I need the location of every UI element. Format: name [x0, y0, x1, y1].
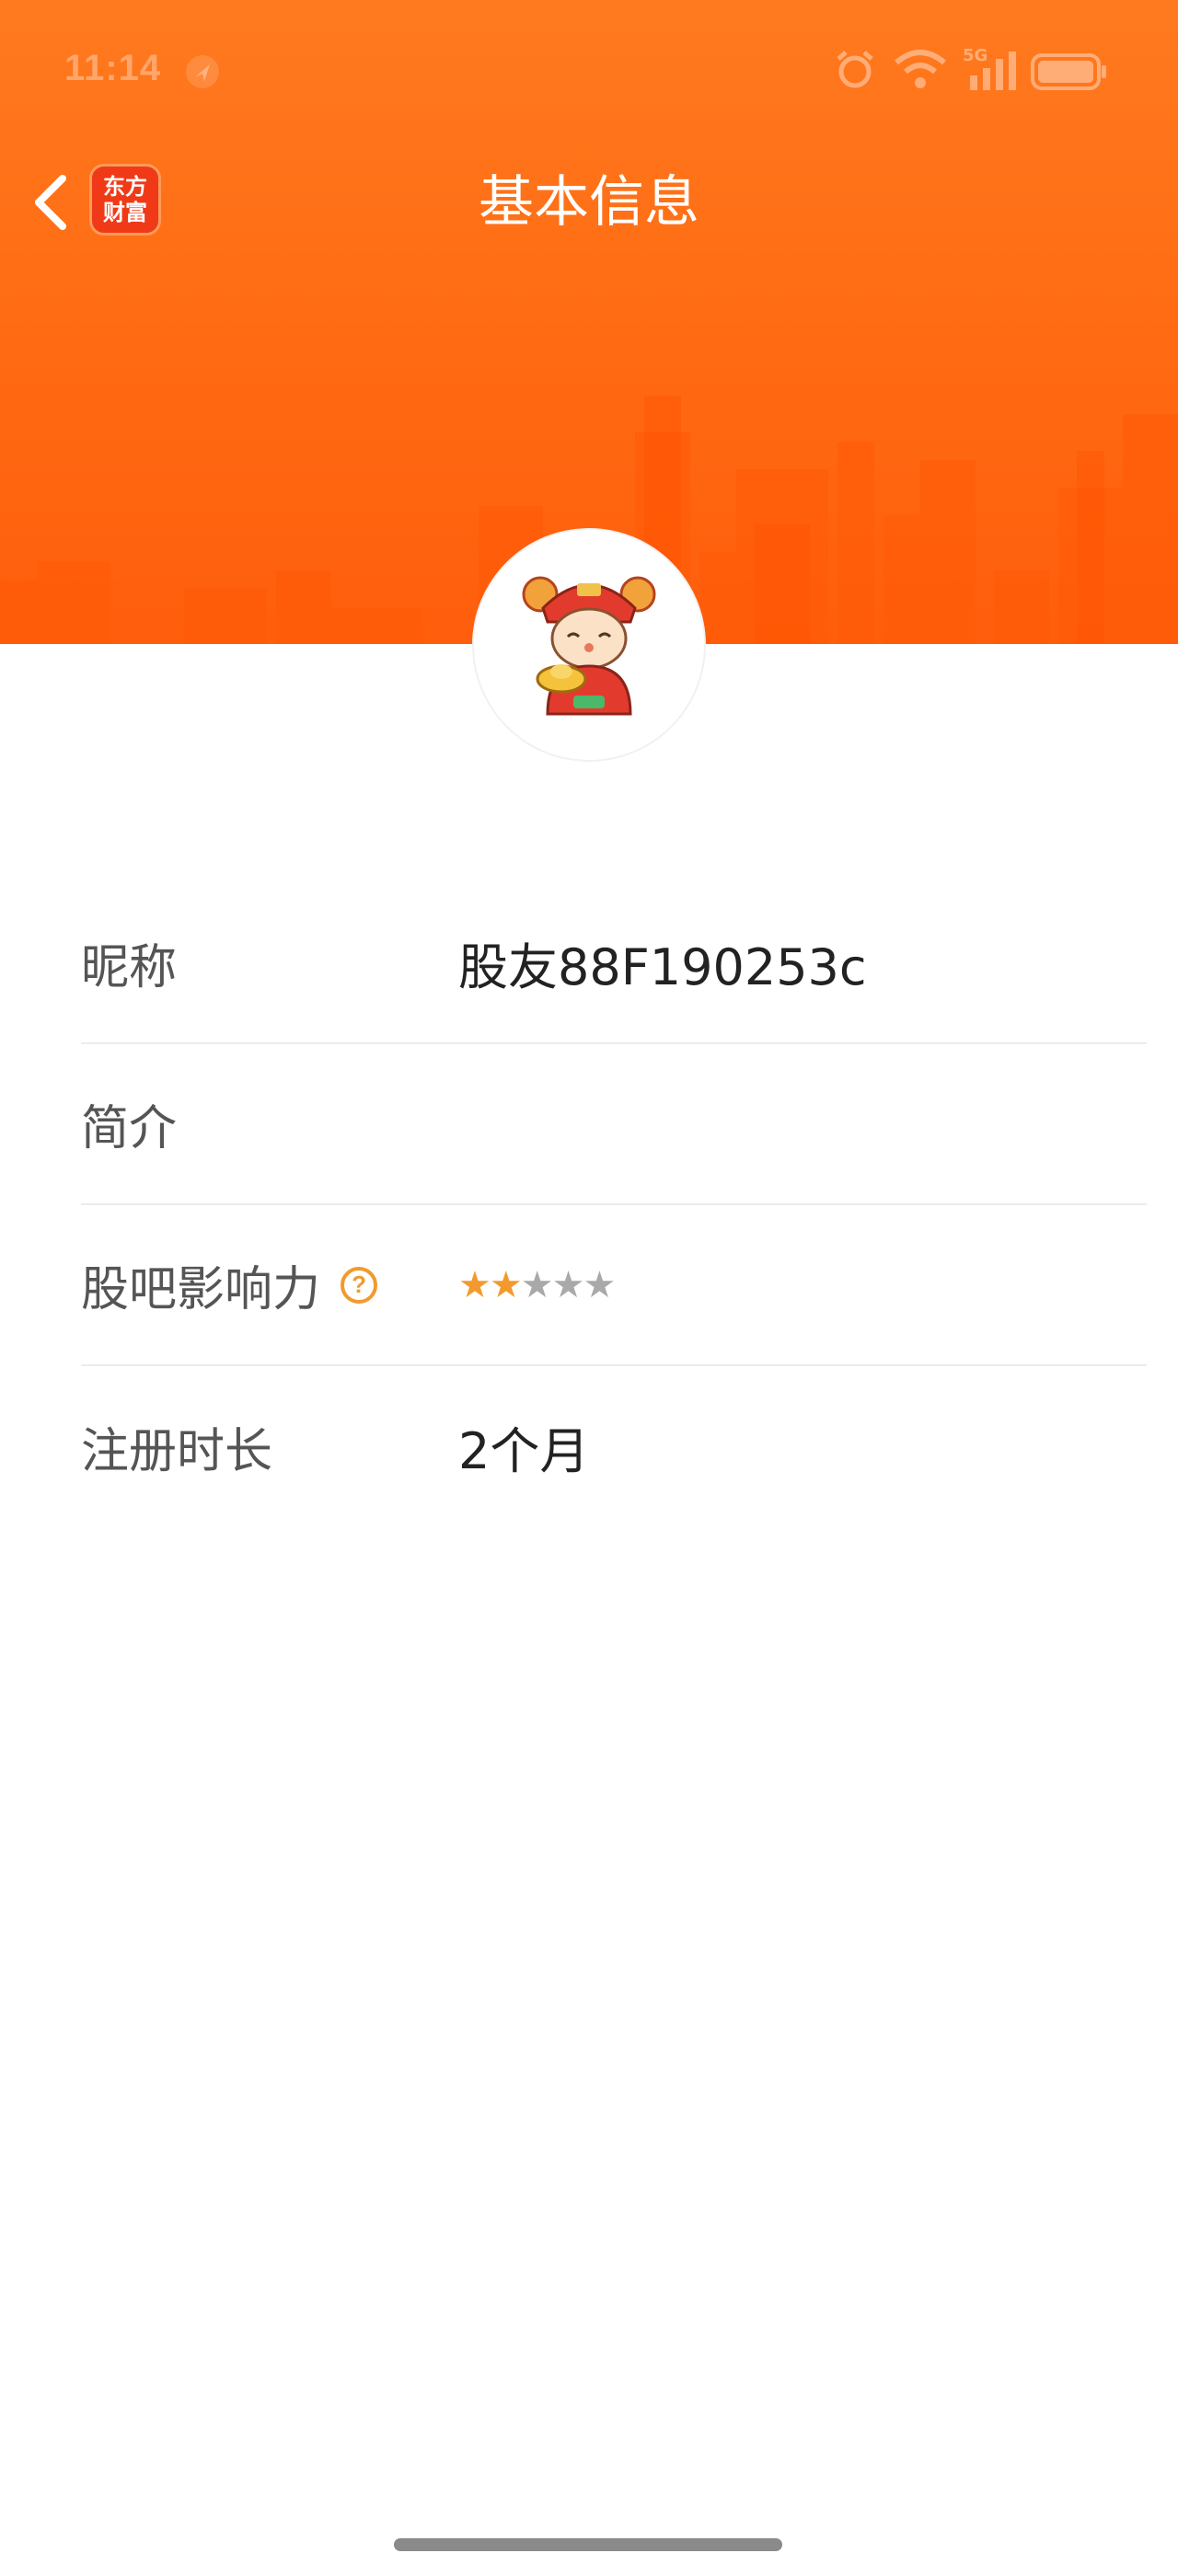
home-indicator[interactable] [394, 2538, 782, 2551]
star-filled-icon: ★ [458, 1263, 491, 1306]
location-arrow-icon [186, 55, 219, 88]
status-time: 11:14 [64, 48, 162, 88]
page-title: 基本信息 [479, 170, 699, 235]
profile-info-list: 昵称 股友88F190253c 简介 股吧影响力 ? ★ ★ ★ ★ ★ 注册时长 2个… [81, 883, 1147, 1527]
star-filled-icon: ★ [489, 1263, 523, 1306]
registration-duration-value: 2个月 [458, 1422, 590, 1480]
bio-label: 简介 [81, 1101, 178, 1156]
nickname-label: 昵称 [81, 940, 178, 995]
star-empty-icon: ★ [520, 1263, 554, 1306]
status-bar: 11:14 5G [0, 0, 1178, 147]
registration-duration-label: 注册时长 [81, 1424, 273, 1479]
nickname-row[interactable]: 昵称 股友88F190253c [81, 883, 1147, 1044]
influence-rating: ★ ★ ★ ★ ★ [458, 1263, 617, 1306]
battery-icon [1031, 53, 1106, 90]
star-empty-icon: ★ [583, 1263, 617, 1306]
registration-duration-row: 注册时长 2个月 [81, 1366, 1147, 1527]
nickname-value: 股友88F190253c [458, 938, 867, 996]
signal-icon [970, 52, 1016, 90]
fortune-god-avatar-image [522, 576, 656, 716]
influence-row: 股吧影响力 ? ★ ★ ★ ★ ★ [81, 1205, 1147, 1366]
influence-label-group: 股吧影响力 ? [81, 1250, 458, 1319]
influence-label: 股吧影响力 [81, 1262, 321, 1317]
avatar[interactable] [474, 530, 704, 760]
wifi-icon [895, 50, 946, 88]
question-circle-icon[interactable]: ? [341, 1266, 378, 1304]
alarm-icon [837, 51, 873, 88]
bio-row[interactable]: 简介 [81, 1044, 1147, 1205]
star-empty-icon: ★ [551, 1263, 585, 1306]
